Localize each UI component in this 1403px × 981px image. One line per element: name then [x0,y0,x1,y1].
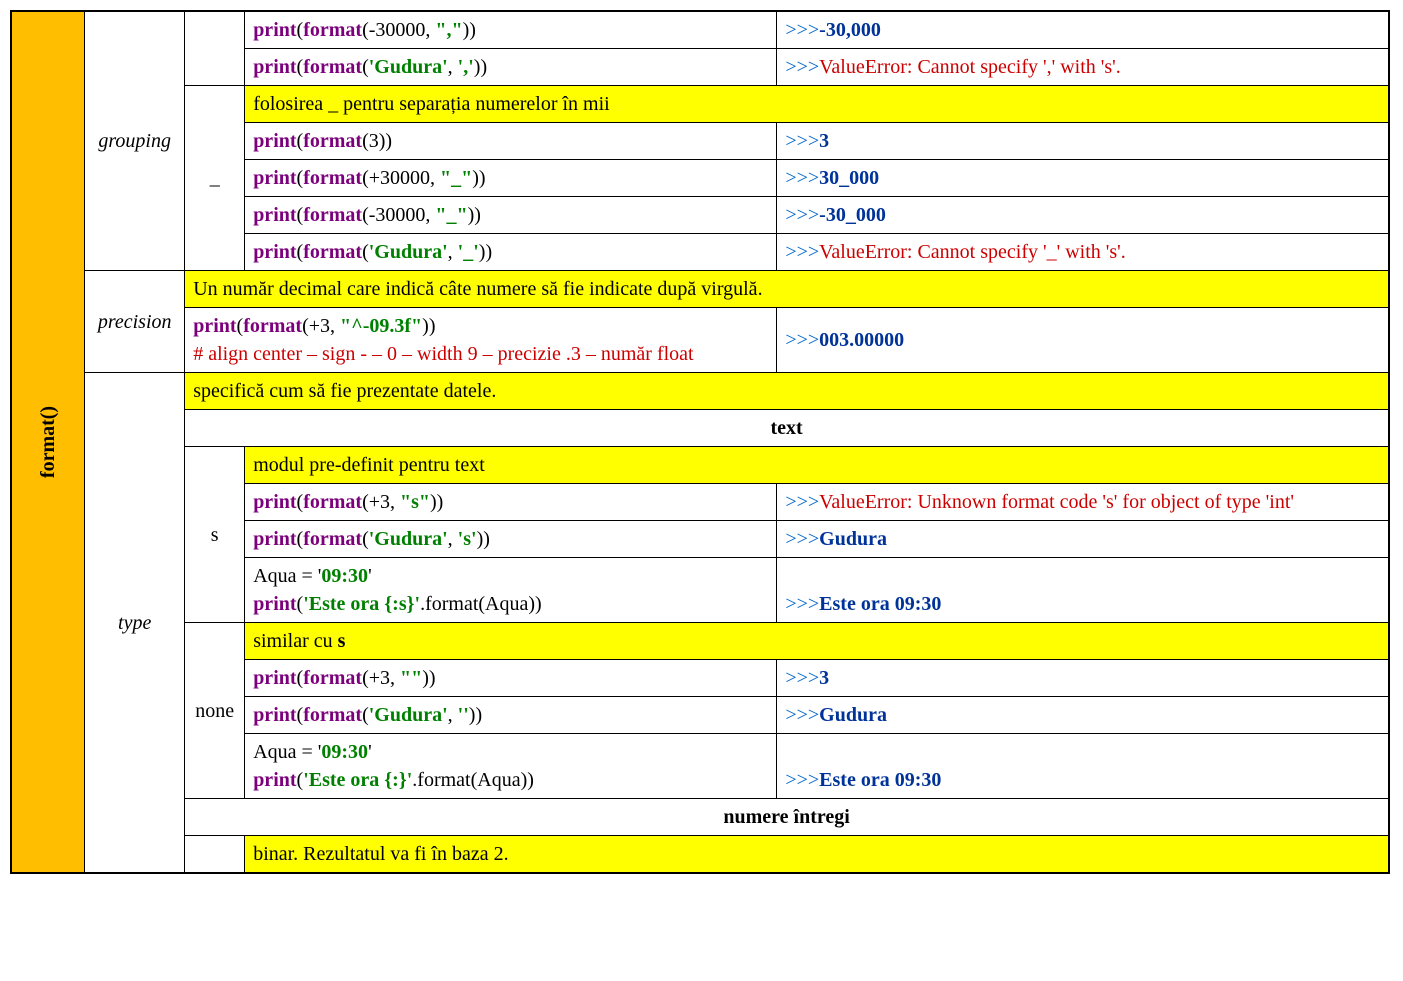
code-cell: print(format(+3, "")) [245,660,777,697]
function-name-cell: format() [11,11,85,873]
code-cell: print(format('Gudura', ',')) [245,49,777,86]
subheader-int: numere întregi [185,799,1389,836]
code-cell: print(format(-30000, "_")) [245,197,777,234]
output-cell: >>>30_000 [777,160,1389,197]
desc-cell: modul pre-definit pentru text [245,447,1389,484]
code-cell: print(format(+3, "^-09.3f")) # align cen… [185,308,777,373]
format-reference-table: format() grouping print(format(-30000, "… [10,10,1390,874]
param-grouping: grouping [85,11,185,271]
output-cell: >>>3 [777,123,1389,160]
output-cell: >>>Este ora 09:30 [777,734,1389,799]
sub-comma-blank [185,11,245,86]
code-cell: print(format('Gudura', '')) [245,697,777,734]
sub-none: none [185,623,245,799]
code-cell: Aqua = '09:30' print('Este ora {:}'.form… [245,734,777,799]
output-cell: >>>-30_000 [777,197,1389,234]
output-cell: >>>ValueError: Cannot specify ',' with '… [777,49,1389,86]
output-cell: >>>003.00000 [777,308,1389,373]
code-cell: print(format(+3, "s")) [245,484,777,521]
desc-cell: similar cu s [245,623,1389,660]
code-cell: Aqua = '09:30' print('Este ora {:s}'.for… [245,558,777,623]
sub-b-blank [185,836,245,874]
output-cell: >>>ValueError: Cannot specify '_' with '… [777,234,1389,271]
code-cell: print(format('Gudura', '_')) [245,234,777,271]
code-cell: print(format(+30000, "_")) [245,160,777,197]
output-cell: >>>ValueError: Unknown format code 's' f… [777,484,1389,521]
sub-underscore: _ [185,86,245,271]
param-precision: precision [85,271,185,373]
code-cell: print(format('Gudura', 's')) [245,521,777,558]
output-cell: >>>3 [777,660,1389,697]
desc-cell: Un număr decimal care indică câte numere… [185,271,1389,308]
sub-s: s [185,447,245,623]
code-cell: print(format(3)) [245,123,777,160]
desc-cell: specifică cum să fie prezentate datele. [185,373,1389,410]
param-type: type [85,373,185,874]
output-cell: >>>Este ora 09:30 [777,558,1389,623]
output-cell: >>>-30,000 [777,11,1389,49]
output-cell: >>>Gudura [777,697,1389,734]
code-cell: print(format(-30000, ",")) [245,11,777,49]
subheader-text: text [185,410,1389,447]
output-cell: >>>Gudura [777,521,1389,558]
desc-cell: binar. Rezultatul va fi în baza 2. [245,836,1389,874]
desc-cell: folosirea _ pentru separația numerelor î… [245,86,1389,123]
